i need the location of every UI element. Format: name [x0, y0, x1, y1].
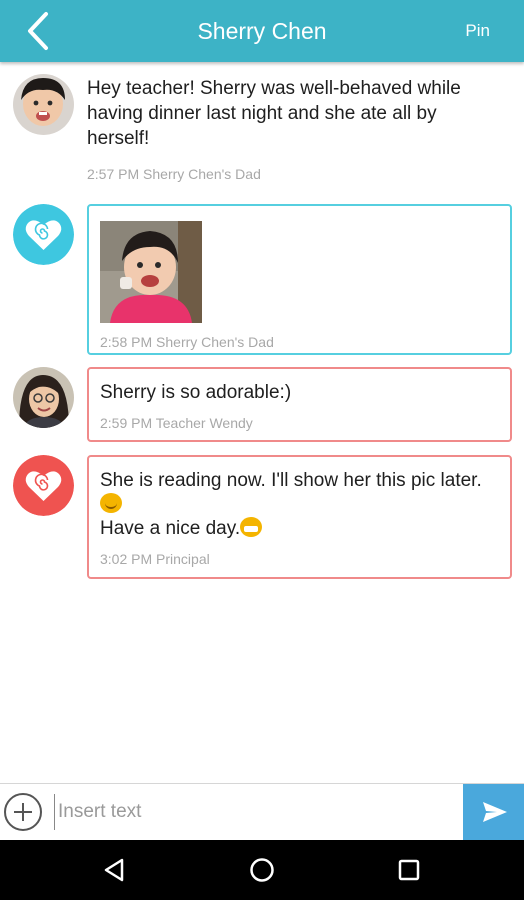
circle-home-icon [250, 858, 274, 882]
message-text-line: She is reading now. I'll show her this p… [100, 470, 482, 491]
page-title: Sherry Chen [197, 18, 327, 44]
message-text: She is reading now. I'll show her this p… [100, 469, 499, 541]
square-recents-icon [398, 859, 420, 881]
message-meta: 2:57 PM Sherry Chen's Dad [87, 166, 261, 182]
message-bubble: She is reading now. I'll show her this p… [87, 455, 512, 579]
nav-recents-button[interactable] [394, 855, 424, 885]
message-text-line: Have a nice day. [100, 518, 241, 539]
teacher-photo-avatar-icon [13, 367, 74, 428]
nav-back-button[interactable] [100, 855, 130, 885]
send-icon [483, 802, 507, 822]
nav-home-button[interactable] [247, 855, 277, 885]
message-bubble: 2:58 PM Sherry Chen's Dad [87, 204, 512, 355]
child-photo[interactable] [100, 221, 202, 323]
message-meta: 3:02 PM Principal [100, 551, 210, 567]
add-attachment-button[interactable] [4, 793, 42, 831]
pin-button[interactable]: Pin [465, 0, 490, 62]
avatar[interactable] [13, 74, 74, 135]
send-button[interactable] [463, 784, 524, 840]
heart-icon [13, 455, 74, 516]
message-meta: 2:58 PM Sherry Chen's Dad [100, 334, 274, 350]
smile-emoji-icon [100, 493, 122, 513]
message-bubble: Sherry is so adorable:) 2:59 PM Teacher … [87, 367, 512, 442]
app-header: Sherry Chen Pin [0, 0, 524, 62]
triangle-back-icon [104, 858, 124, 882]
grin-emoji-icon [240, 517, 263, 537]
message-text-block: Hey teacher! Sherry was well-behaved whi… [87, 76, 497, 183]
heart-icon [13, 204, 74, 265]
message-input[interactable] [54, 794, 450, 830]
avatar[interactable] [13, 204, 74, 265]
child-photo-avatar-icon [13, 74, 74, 135]
message-meta: 2:59 PM Teacher Wendy [100, 415, 253, 431]
message-text: Sherry is so adorable:) [100, 382, 292, 403]
system-navigation-bar [0, 840, 524, 900]
message-text: Hey teacher! Sherry was well-behaved whi… [87, 78, 461, 149]
avatar[interactable] [13, 455, 74, 516]
avatar[interactable] [13, 367, 74, 428]
composer-bar [0, 783, 524, 840]
